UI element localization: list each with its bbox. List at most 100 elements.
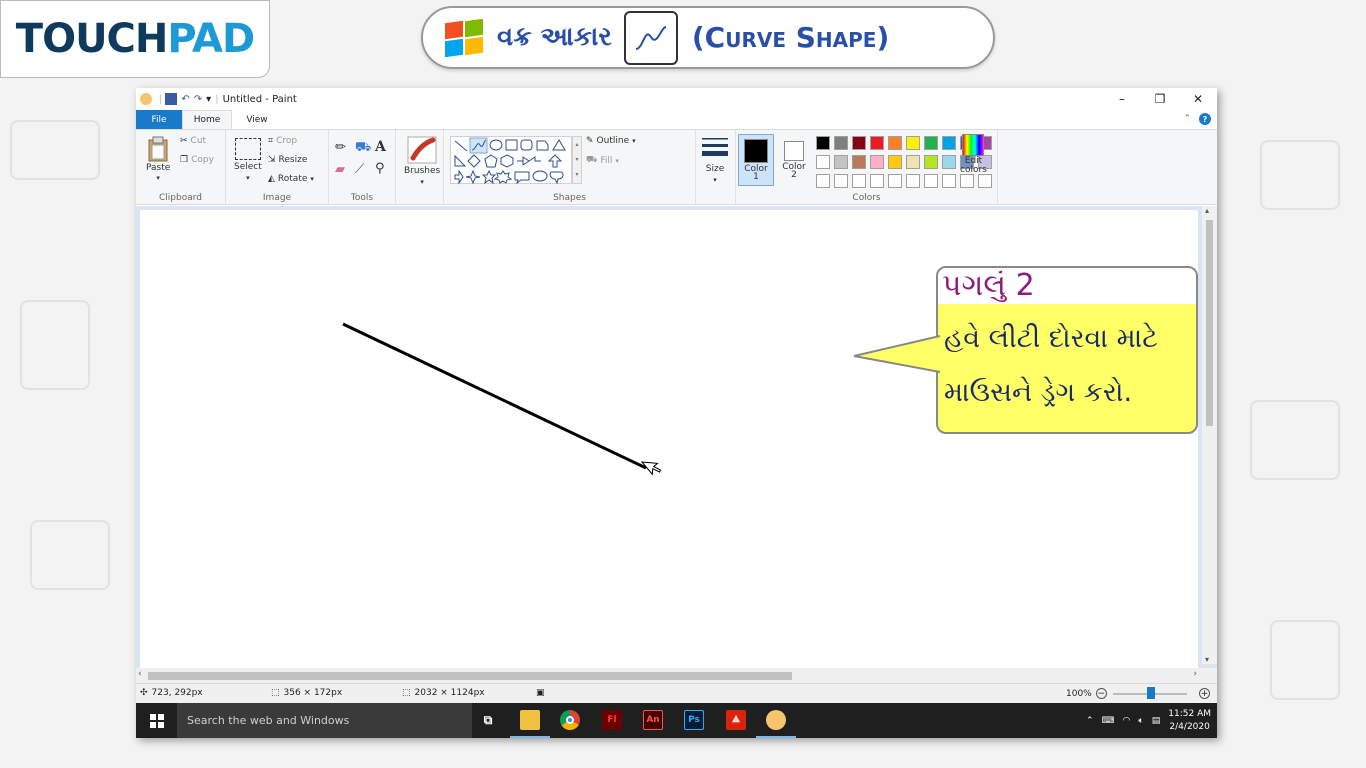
restore-button[interactable]: ❐ — [1141, 88, 1179, 110]
crop-button[interactable]: ⌗ Crop — [268, 136, 297, 146]
tab-file[interactable]: File — [136, 110, 182, 129]
palette-swatch[interactable] — [924, 155, 938, 169]
zoom-in-button[interactable]: + — [1199, 688, 1210, 699]
task-view-icon[interactable]: ⧉ — [478, 710, 498, 730]
selection-size-icon: ⬚ — [271, 688, 280, 698]
color-picker-icon[interactable]: ⟋ — [355, 162, 364, 177]
taskbar-search[interactable]: Search the web and Windows — [177, 703, 472, 738]
step-instruction-line2: માઉસને ડ્રેગ કરો. — [944, 377, 1133, 408]
acrobat-icon[interactable]: ⟁ — [726, 710, 746, 730]
background-doodle — [1270, 620, 1340, 700]
shapes-scroll[interactable]: ▴ ▾ ▾ — [572, 136, 582, 184]
flash-icon[interactable]: Fl — [602, 710, 622, 730]
palette-swatch[interactable] — [924, 174, 938, 188]
palette-swatch[interactable] — [888, 136, 902, 150]
network-icon[interactable]: ⌨ — [1101, 716, 1114, 726]
outline-icon: ✎ — [586, 136, 594, 146]
palette-swatch[interactable] — [960, 174, 974, 188]
lesson-title: વક્ર આકાર (Curve Shape) — [421, 6, 995, 69]
zoom-out-button[interactable]: − — [1095, 688, 1107, 699]
paint-app-icon — [140, 93, 152, 105]
animate-icon[interactable]: An — [643, 710, 663, 730]
fill-bucket-icon[interactable]: ⛟ — [355, 140, 371, 157]
palette-swatch[interactable] — [816, 136, 830, 150]
zoom-slider[interactable] — [1112, 686, 1187, 699]
wifi-icon[interactable]: ◠ — [1122, 716, 1130, 726]
palette-swatch[interactable] — [942, 155, 956, 169]
palette-swatch[interactable] — [906, 155, 920, 169]
palette-swatch[interactable] — [924, 136, 938, 150]
resize-button[interactable]: ⇲ Resize — [268, 155, 307, 165]
close-button[interactable]: ✕ — [1179, 88, 1217, 110]
background-doodle — [10, 120, 100, 180]
fill-button[interactable]: ⛟ Fill ▾ — [586, 155, 619, 166]
help-icon[interactable]: ? — [1199, 113, 1211, 125]
palette-swatch[interactable] — [978, 174, 992, 188]
cut-button[interactable]: ✂ Cut — [180, 136, 206, 146]
rotate-button[interactable]: ◭ Rotate ▾ — [268, 174, 314, 184]
palette-swatch[interactable] — [870, 155, 884, 169]
chrome-icon[interactable] — [560, 710, 580, 730]
crop-icon: ⌗ — [268, 136, 274, 146]
redo-icon[interactable]: ↷ — [194, 94, 202, 105]
palette-swatch[interactable] — [870, 136, 884, 150]
outline-button[interactable]: ✎ Outline ▾ — [586, 136, 636, 146]
text-tool-icon[interactable]: A — [375, 139, 386, 155]
color2-swatch — [784, 140, 804, 161]
palette-swatch[interactable] — [834, 174, 848, 188]
windows-start-icon — [149, 713, 164, 728]
palette-swatch[interactable] — [816, 155, 830, 169]
magnifier-icon[interactable]: ⚲ — [375, 161, 385, 176]
minimize-ribbon-icon[interactable]: ⌃ — [1183, 114, 1191, 124]
background-doodle — [1250, 400, 1340, 480]
clipboard-label: Clipboard — [159, 193, 202, 203]
pencil-icon[interactable]: ✏ — [335, 140, 346, 155]
palette-swatch[interactable] — [888, 155, 902, 169]
color2-button[interactable]: Color 2 — [776, 134, 812, 186]
photoshop-icon[interactable]: Ps — [684, 710, 704, 730]
file-explorer-icon[interactable] — [520, 710, 540, 730]
eraser-icon[interactable]: ▰ — [335, 162, 345, 177]
background-doodle — [1260, 140, 1340, 210]
taskbar: Search the web and Windows ⧉ Fl An Ps ⟁ … — [136, 703, 1217, 738]
start-button[interactable] — [136, 703, 177, 738]
brushes-button[interactable]: Brushes ▾ — [404, 136, 440, 186]
vertical-scroll-thumb[interactable] — [1206, 220, 1213, 426]
edit-colors-button[interactable]: Edit colors — [960, 134, 987, 175]
background-doodle — [30, 520, 110, 590]
save-icon[interactable] — [165, 93, 178, 105]
paint-taskbar-icon[interactable] — [766, 710, 786, 730]
palette-swatch[interactable] — [888, 174, 902, 188]
paste-button[interactable]: Paste ▾ — [146, 136, 170, 182]
palette-swatch[interactable] — [834, 155, 848, 169]
horizontal-scrollbar[interactable]: ‹ › — [136, 668, 1217, 683]
palette-swatch[interactable] — [834, 136, 848, 150]
copy-button[interactable]: ❐ Copy — [180, 155, 214, 165]
notifications-icon[interactable]: ▤ — [1152, 716, 1161, 726]
color1-button[interactable]: Color 1 — [738, 134, 774, 186]
chevron-up-icon[interactable]: ⌃ — [1086, 716, 1094, 726]
palette-swatch[interactable] — [906, 174, 920, 188]
palette-swatch[interactable] — [870, 174, 884, 188]
palette-swatch[interactable] — [942, 174, 956, 188]
customize-qat-icon[interactable]: ▾ — [206, 94, 211, 105]
select-button[interactable]: Select ▾ — [234, 138, 262, 182]
vertical-scrollbar[interactable]: ▴ ▾ — [1202, 206, 1217, 664]
undo-icon[interactable]: ↶ — [181, 94, 189, 105]
window-title: Untitled - Paint — [222, 93, 297, 105]
selection-size: 356 × 172px — [283, 688, 343, 698]
size-button[interactable]: Size ▾ — [701, 136, 729, 184]
palette-swatch[interactable] — [942, 136, 956, 150]
minimize-button[interactable]: – — [1103, 88, 1141, 110]
palette-swatch[interactable] — [816, 174, 830, 188]
clock[interactable]: 11:52 AM 2/4/2020 — [1168, 708, 1211, 734]
tab-home[interactable]: Home — [182, 110, 232, 129]
palette-swatch[interactable] — [852, 136, 866, 150]
active-indicator — [756, 736, 796, 738]
volume-icon[interactable]: 🔈︎ — [1138, 716, 1143, 726]
horizontal-scroll-thumb[interactable] — [148, 672, 792, 680]
palette-swatch[interactable] — [852, 174, 866, 188]
tab-view[interactable]: View — [232, 110, 282, 129]
palette-swatch[interactable] — [852, 155, 866, 169]
palette-swatch[interactable] — [906, 136, 920, 150]
